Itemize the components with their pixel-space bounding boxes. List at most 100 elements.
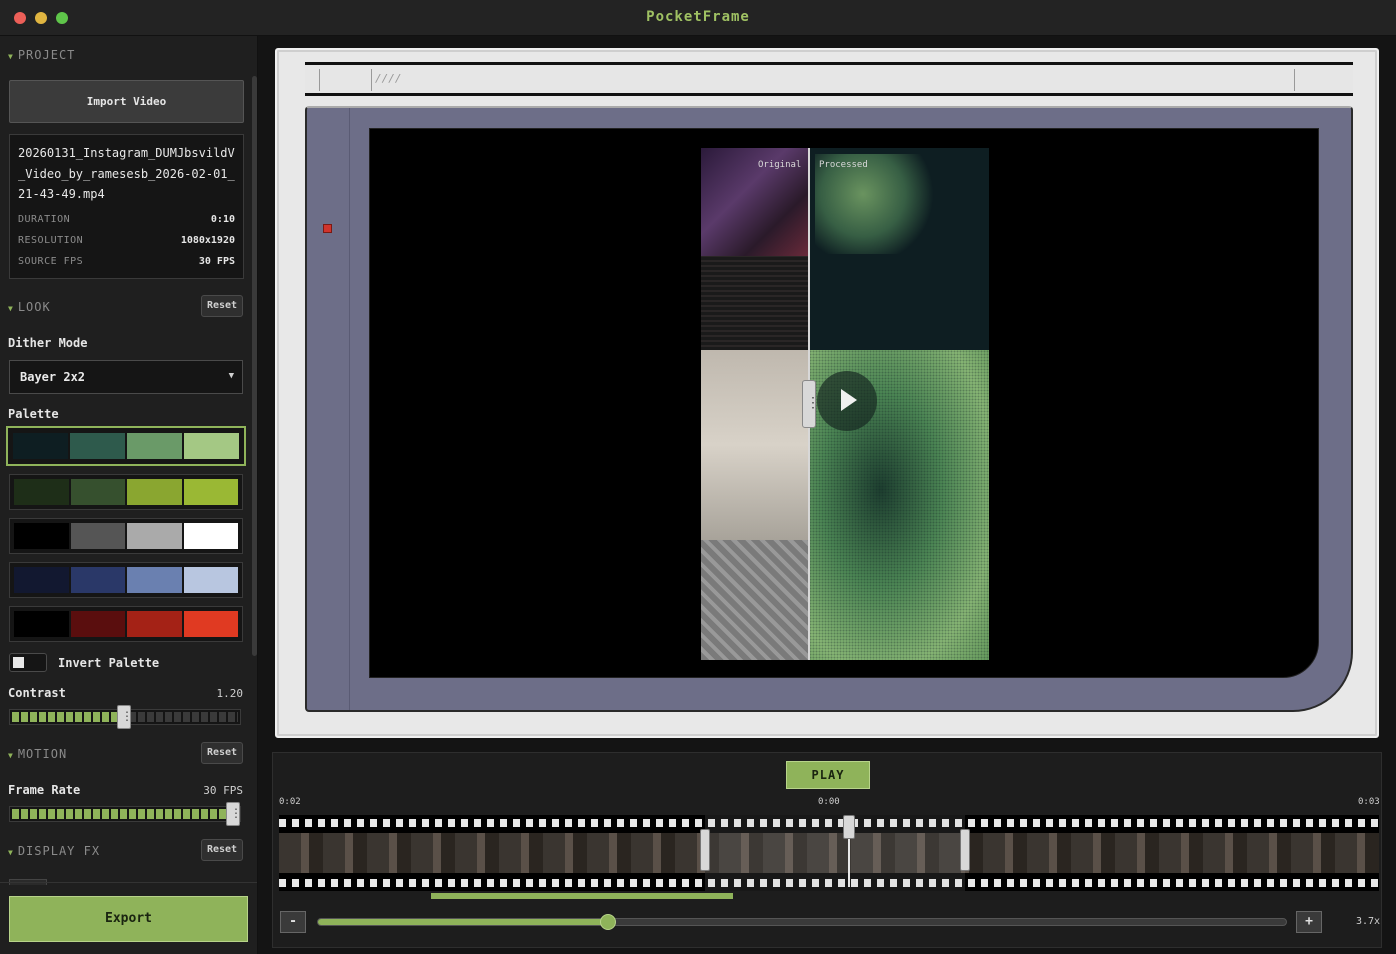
frame-rate-value: 30 FPS: [203, 784, 243, 797]
play-overlay-button[interactable]: [817, 371, 877, 431]
palette-swatch: [14, 479, 69, 505]
palette-option[interactable]: [6, 426, 246, 466]
palette-swatch: [183, 523, 238, 549]
trim-start-handle[interactable]: [700, 829, 710, 871]
import-video-button[interactable]: Import Video: [9, 80, 244, 123]
slider-rest: [129, 712, 238, 722]
sidebar-divider: [0, 882, 257, 883]
palette-label: Palette: [8, 407, 59, 421]
palette-swatch: [127, 523, 182, 549]
contrast-slider[interactable]: [9, 705, 241, 729]
palette-swatch: [14, 523, 69, 549]
sidebar: ▼ PROJECT Import Video 20260131_Instagram…: [0, 36, 258, 954]
palette-swatch: [184, 433, 239, 459]
meta-source-fps: SOURCE FPS 30 FPS: [18, 256, 235, 267]
app-title: PocketFrame: [646, 9, 750, 25]
display-fx-reset-button[interactable]: Reset: [201, 839, 243, 861]
bezel-line: [349, 108, 350, 710]
section-display-fx-header[interactable]: ▼ DISPLAY FX: [8, 844, 100, 858]
play-button[interactable]: PLAY: [786, 761, 870, 789]
power-led-icon: [323, 224, 332, 233]
palette-option[interactable]: [9, 518, 243, 554]
timeline-current-time: 0:00: [818, 797, 840, 807]
timeline-start-time: 0:02: [279, 797, 301, 807]
split-handle[interactable]: [802, 380, 820, 428]
palette-swatch: [127, 433, 182, 459]
video-preview[interactable]: Original Processed: [701, 148, 989, 660]
palette-swatch: [70, 479, 125, 505]
contrast-value: 1.20: [216, 687, 244, 700]
device-frame: //// Original Processed ⋮: [275, 48, 1379, 738]
tick-mark: [319, 69, 320, 91]
motion-reset-button[interactable]: Reset: [201, 742, 243, 764]
palette-swatch: [183, 611, 238, 637]
zoom-thumb[interactable]: [600, 914, 616, 930]
invert-palette-toggle[interactable]: [9, 653, 47, 672]
zoom-level: 3.7x: [1356, 916, 1381, 927]
palette-swatch: [70, 433, 125, 459]
palette-option[interactable]: [9, 606, 243, 642]
playhead-handle[interactable]: [843, 815, 855, 839]
original-region: [701, 540, 809, 660]
palette-swatch: [70, 523, 125, 549]
palette-swatch: [183, 479, 238, 505]
chevron-down-icon: ▼: [8, 52, 14, 61]
slider-thumb[interactable]: [117, 705, 133, 729]
timeline-end-time: 0:03: [1358, 797, 1380, 807]
palette-option[interactable]: [9, 562, 243, 598]
device-top-bar: ////: [305, 62, 1353, 96]
slider-fill: [12, 809, 238, 819]
original-frame: [701, 148, 809, 660]
palette-swatch: [127, 611, 182, 637]
screen: Original Processed: [369, 128, 1319, 678]
zoom-out-button[interactable]: -: [280, 911, 306, 933]
sidebar-scrollbar[interactable]: [252, 76, 257, 656]
palette-option[interactable]: [9, 474, 243, 510]
processed-label: Processed: [819, 160, 868, 170]
meta-resolution: RESOLUTION 1080x1920: [18, 235, 235, 246]
dither-mode-select[interactable]: Bayer 2x2 ▼: [9, 360, 243, 394]
grip-icon: ////: [375, 72, 402, 85]
zoom-slider[interactable]: [317, 914, 1287, 930]
section-look-header[interactable]: ▼ LOOK: [8, 300, 51, 314]
toggle-knob: [13, 657, 24, 668]
zoom-fill: [318, 919, 608, 925]
chevron-down-icon: ▼: [8, 304, 14, 313]
original-region: [701, 350, 809, 540]
trim-selection[interactable]: [705, 815, 965, 891]
trim-end-handle[interactable]: [960, 829, 970, 871]
section-motion-header[interactable]: ▼ MOTION: [8, 747, 67, 761]
original-label: Original: [758, 160, 802, 170]
chevron-down-icon: ▼: [8, 751, 14, 760]
screen-bezel: Original Processed: [305, 106, 1353, 712]
palette-swatch: [14, 611, 69, 637]
title-bar: PocketFrame: [0, 0, 1396, 36]
palette-swatch: [70, 611, 125, 637]
visible-range-bar[interactable]: [431, 893, 733, 899]
file-info-panel: 20260131_Instagram_DUMJbsvildV_Video_by_…: [9, 134, 244, 279]
processed-region: [809, 148, 989, 350]
zoom-in-button[interactable]: +: [1296, 911, 1322, 933]
chevron-down-icon: ▼: [228, 371, 234, 381]
main-area: //// Original Processed ⋮ PLAY 0:02 0:00…: [258, 36, 1396, 954]
slider-thumb[interactable]: [226, 802, 242, 826]
palette-swatch: [70, 567, 125, 593]
chevron-down-icon: ▼: [8, 848, 14, 857]
filmstrip[interactable]: [279, 815, 1379, 891]
contrast-label: Contrast: [8, 686, 66, 700]
play-icon: [841, 389, 857, 411]
slider-fill: [12, 712, 117, 722]
palette-swatch: [14, 567, 69, 593]
tick-mark: [371, 69, 372, 91]
timeline-panel: PLAY 0:02 0:00 0:03 - + 3.7x: [272, 752, 1382, 948]
original-region: [701, 256, 809, 350]
invert-palette-label: Invert Palette: [58, 656, 160, 670]
frame-rate-slider[interactable]: [9, 802, 242, 826]
dither-mode-value: Bayer 2x2: [20, 370, 86, 384]
palette-swatch: [127, 567, 182, 593]
export-button[interactable]: Export: [9, 896, 248, 942]
look-reset-button[interactable]: Reset: [201, 295, 243, 317]
section-project-header[interactable]: ▼ PROJECT: [8, 48, 75, 62]
frame-rate-label: Frame Rate: [8, 783, 81, 797]
meta-duration: DURATION 0:10: [18, 214, 235, 225]
